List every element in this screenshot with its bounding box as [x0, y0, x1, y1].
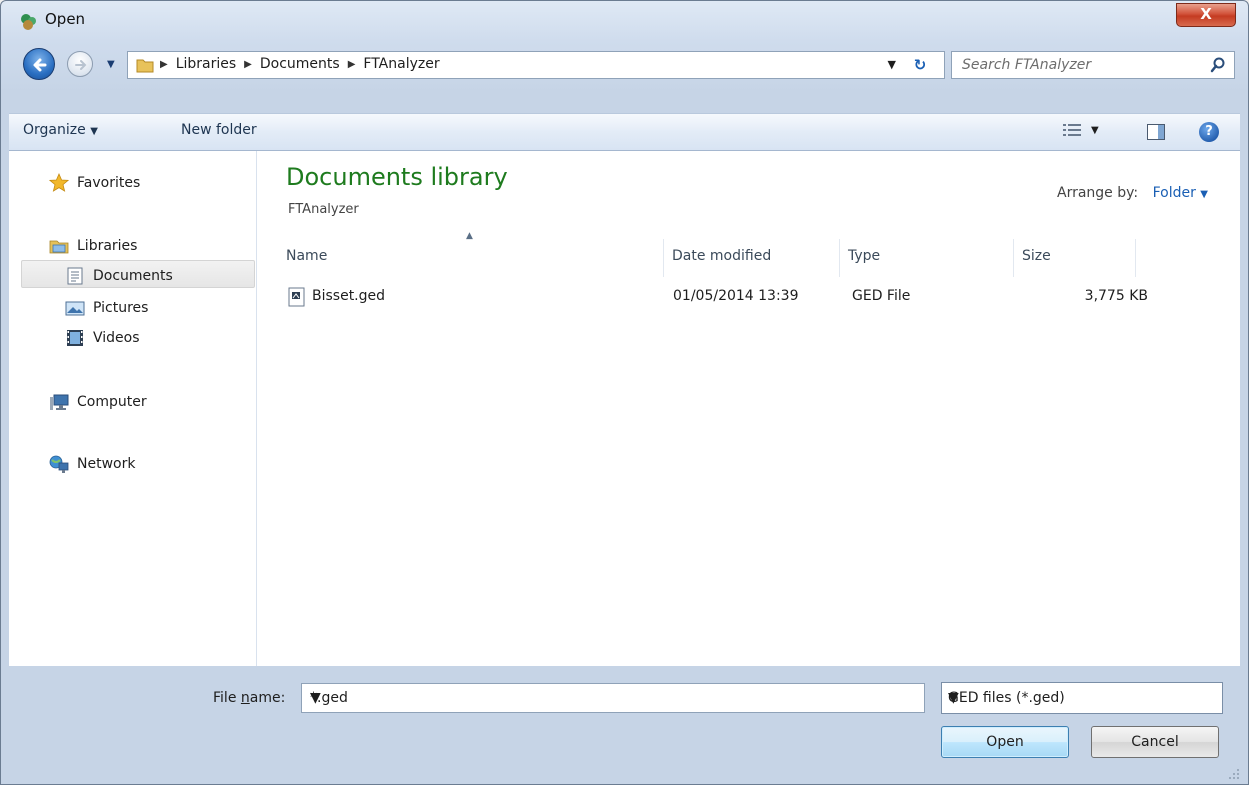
nav-label-pictures: Pictures	[93, 300, 149, 316]
file-name-input[interactable]: *.ged ▼	[301, 683, 925, 713]
open-button[interactable]: Open	[941, 726, 1069, 758]
dialog-footer: File name: *.ged ▼ GED files (*.ged) ▼ O…	[1, 666, 1248, 785]
computer-icon	[50, 394, 69, 410]
nav-item-pictures[interactable]: Pictures	[65, 298, 148, 318]
cancel-button[interactable]: Cancel	[1091, 726, 1219, 758]
open-file-dialog: Open X ▼ ▶ Libraries ▶ Documents ▶ FTAna…	[0, 0, 1249, 785]
nav-item-documents[interactable]: Documents	[65, 266, 173, 286]
arrange-by: Arrange by: Folder ▼	[1057, 185, 1208, 201]
file-type-filter-select[interactable]: GED files (*.ged) ▼	[941, 682, 1223, 714]
content-area: Favorites Libraries Documents Pictures V…	[9, 151, 1240, 666]
chevron-right-icon[interactable]: ▶	[348, 59, 356, 70]
chevron-right-icon[interactable]: ▶	[160, 59, 168, 70]
close-icon: X	[1200, 5, 1212, 23]
pictures-icon	[65, 301, 85, 316]
column-header-type[interactable]: Type	[840, 239, 1014, 277]
library-subtitle: FTAnalyzer	[288, 202, 359, 217]
ged-file-icon	[288, 287, 305, 307]
preview-pane-icon[interactable]	[1147, 124, 1165, 140]
back-button[interactable]	[23, 48, 55, 80]
address-bar[interactable]: ▶ Libraries ▶ Documents ▶ FTAnalyzer ▼ ↻	[127, 51, 945, 79]
folder-icon	[136, 59, 154, 73]
nav-label-computer: Computer	[77, 394, 147, 410]
arrow-right-icon	[75, 60, 87, 70]
file-row[interactable]: Bisset.ged 01/05/2014 13:39 GED File 3,7…	[278, 285, 1148, 309]
title-bar: Open X	[1, 1, 1248, 39]
nav-item-network[interactable]: Network	[49, 454, 135, 474]
videos-icon	[67, 330, 83, 346]
search-icon[interactable]	[1210, 57, 1226, 73]
arrow-left-icon	[33, 58, 47, 72]
nav-item-favorites[interactable]: Favorites	[49, 173, 140, 193]
close-button[interactable]: X	[1176, 3, 1236, 27]
refresh-button[interactable]: ↻	[906, 55, 934, 75]
chevron-down-icon: ▼	[948, 690, 959, 706]
view-details-icon	[1063, 124, 1081, 136]
column-header-size[interactable]: Size	[1014, 239, 1136, 277]
help-icon[interactable]: ?	[1199, 122, 1219, 142]
search-input[interactable]: Search FTAnalyzer	[951, 51, 1235, 79]
nav-label-videos: Videos	[93, 330, 140, 346]
column-header-name[interactable]: Name	[278, 239, 664, 277]
app-icon	[21, 14, 36, 30]
file-type: GED File	[852, 288, 911, 304]
organize-button[interactable]: Organize ▼	[23, 122, 98, 138]
file-date-modified: 01/05/2014 13:39	[673, 288, 799, 304]
file-list-pane: Documents library FTAnalyzer Arrange by:…	[258, 151, 1240, 666]
breadcrumb-ftanalyzer[interactable]: FTAnalyzer	[363, 56, 439, 72]
file-size: 3,775 KB	[1084, 288, 1148, 304]
refresh-icon: ↻	[913, 56, 927, 74]
network-icon	[49, 455, 69, 473]
change-view-button[interactable]: ▼	[1063, 123, 1099, 137]
nav-label-documents: Documents	[93, 268, 173, 284]
navigation-pane: Favorites Libraries Documents Pictures V…	[9, 151, 257, 666]
breadcrumb-libraries[interactable]: Libraries	[176, 56, 236, 72]
file-name-label-part: File	[213, 690, 241, 706]
document-icon	[67, 267, 83, 285]
breadcrumb: ▶ Libraries ▶ Documents ▶ FTAnalyzer	[160, 56, 440, 72]
nav-item-videos[interactable]: Videos	[65, 328, 140, 348]
nav-item-computer[interactable]: Computer	[49, 392, 147, 412]
breadcrumb-documents[interactable]: Documents	[260, 56, 340, 72]
window-title: Open	[45, 10, 86, 28]
recent-pages-dropdown-icon[interactable]: ▼	[107, 59, 115, 70]
nav-label-libraries: Libraries	[77, 238, 138, 254]
new-folder-button[interactable]: New folder	[181, 122, 257, 138]
forward-button[interactable]	[67, 51, 93, 77]
chevron-down-icon: ▼	[90, 126, 98, 137]
file-name: Bisset.ged	[312, 288, 386, 304]
chevron-down-icon: ▼	[1200, 189, 1208, 200]
file-name-label: File name:	[213, 690, 285, 706]
organize-label: Organize	[23, 122, 86, 138]
file-name-label-mnemonic: n	[240, 690, 250, 706]
chevron-right-icon[interactable]: ▶	[244, 59, 252, 70]
library-title: Documents library	[286, 163, 508, 191]
star-icon	[49, 173, 69, 192]
address-history-dropdown-icon[interactable]: ▼	[888, 58, 896, 71]
column-header-date-modified[interactable]: Date modified	[664, 239, 840, 277]
nav-item-libraries[interactable]: Libraries	[49, 236, 137, 256]
arrange-by-dropdown[interactable]: Folder ▼	[1153, 185, 1208, 201]
nav-label-network: Network	[77, 456, 136, 472]
chevron-down-icon[interactable]: ▼	[310, 690, 914, 706]
libraries-icon	[49, 240, 69, 254]
arrange-by-label: Arrange by:	[1057, 185, 1139, 201]
resize-grip-icon[interactable]	[1228, 768, 1240, 780]
arrange-by-value: Folder	[1152, 185, 1196, 201]
command-bar: Organize ▼ New folder ▼ ?	[9, 113, 1240, 151]
file-name-label-part: ame:	[249, 690, 286, 706]
address-row: ▼ ▶ Libraries ▶ Documents ▶ FTAnalyzer ▼…	[1, 39, 1248, 95]
search-placeholder: Search FTAnalyzer	[962, 57, 1092, 73]
chevron-down-icon: ▼	[1091, 124, 1099, 136]
nav-label-favorites: Favorites	[77, 175, 141, 191]
